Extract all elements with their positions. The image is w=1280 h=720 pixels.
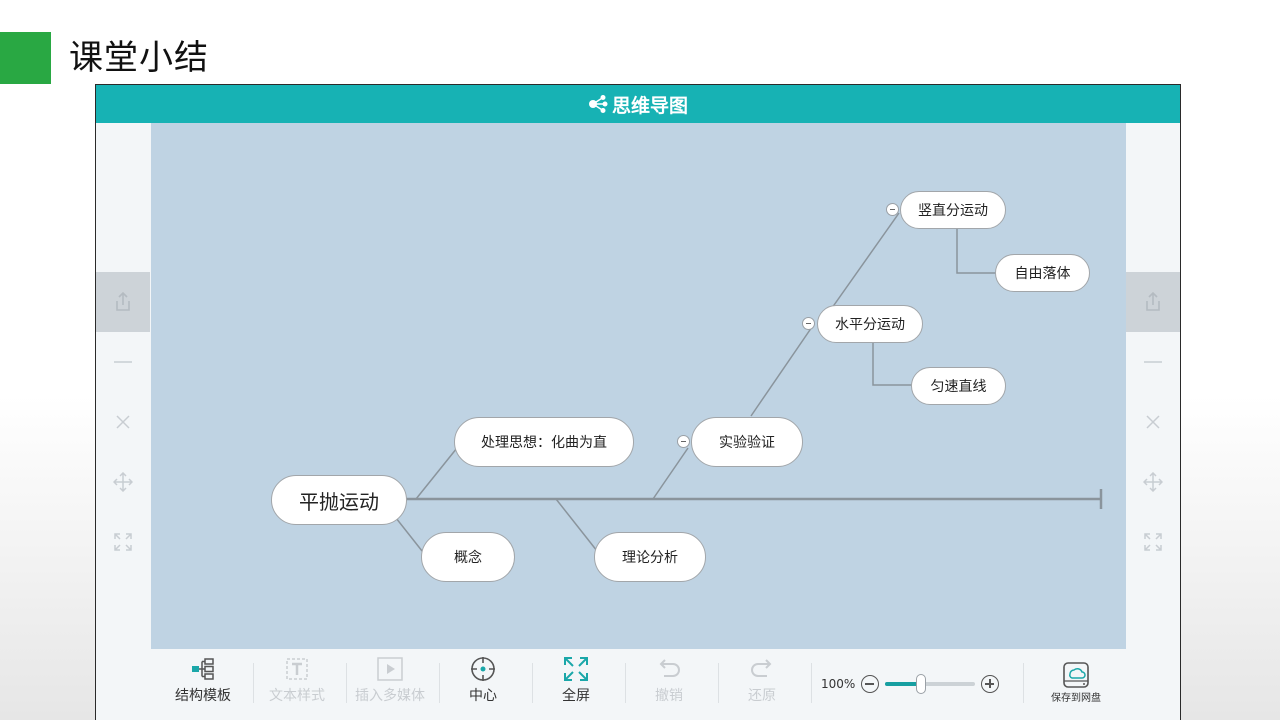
mindmap-app: 思维导图 平抛运动 处理思想：化曲为直 概念 理论分析 实验验证 水平分运动 匀… [95, 84, 1181, 720]
mindmap-node-processing[interactable]: 处理思想：化曲为直 [454, 417, 634, 467]
fullscreen-label: 全屏 [562, 688, 590, 704]
crosshair-icon [470, 653, 496, 685]
left-side-panel [96, 123, 150, 649]
insert-media-label: 插入多媒体 [355, 688, 425, 704]
title-accent-bar [0, 32, 51, 84]
expand-icon[interactable] [96, 512, 150, 572]
zoom-control: 100% [821, 669, 1005, 699]
structure-icon [191, 653, 215, 685]
cloud-drive-icon [1063, 662, 1089, 688]
redo-button[interactable]: 还原 [716, 653, 808, 715]
mindmap-node-freefall[interactable]: 自由落体 [995, 254, 1090, 292]
save-label: 保存到网盘 [1051, 693, 1101, 704]
collapse-toggle[interactable] [802, 317, 815, 330]
slide-title: 课堂小结 [69, 38, 209, 78]
center-button[interactable]: 中心 [437, 653, 529, 715]
mindmap-node-theory[interactable]: 理论分析 [594, 532, 706, 582]
app-titlebar: 思维导图 [96, 85, 1180, 123]
move-icon[interactable] [1126, 452, 1180, 512]
insert-media-button[interactable]: 插入多媒体 [344, 653, 436, 715]
zoom-out-icon[interactable] [861, 675, 880, 693]
mindmap-node-concept[interactable]: 概念 [421, 532, 515, 582]
collapse-toggle[interactable] [886, 203, 899, 216]
media-play-icon [377, 653, 403, 685]
zoom-slider[interactable] [885, 674, 976, 694]
zoom-in-icon[interactable] [981, 675, 1000, 693]
close-icon[interactable] [96, 392, 150, 452]
undo-label: 撤销 [655, 688, 683, 704]
text-style-label: 文本样式 [269, 688, 325, 704]
structure-label: 结构模板 [175, 688, 231, 704]
mindmap-node-experiment[interactable]: 实验验证 [691, 417, 803, 467]
expand-icon[interactable] [1126, 512, 1180, 572]
bottom-toolbar: 结构模板 文本样式 插入多媒体 中心 全屏 撤销 还原 100% 保存到网盘 [151, 649, 1126, 720]
structure-template-button[interactable]: 结构模板 [157, 653, 249, 715]
redo-label: 还原 [748, 688, 776, 704]
minus-icon[interactable] [1126, 332, 1180, 392]
mindmap-node-horizontal[interactable]: 水平分运动 [817, 305, 923, 343]
collapse-toggle[interactable] [677, 435, 690, 448]
undo-button[interactable]: 撤销 [623, 653, 715, 715]
zoom-level: 100% [821, 677, 856, 691]
close-icon[interactable] [1126, 392, 1180, 452]
mindmap-root-node[interactable]: 平抛运动 [271, 475, 407, 525]
undo-icon [656, 653, 682, 685]
app-title: 思维导图 [611, 94, 688, 117]
mindmap-node-uniform[interactable]: 匀速直线 [911, 367, 1006, 405]
mindmap-node-vertical[interactable]: 竖直分运动 [900, 191, 1006, 229]
text-style-icon [285, 653, 309, 685]
redo-icon [749, 653, 775, 685]
text-style-button[interactable]: 文本样式 [251, 653, 343, 715]
mindmap-canvas[interactable]: 平抛运动 处理思想：化曲为直 概念 理论分析 实验验证 水平分运动 匀速直线 竖… [151, 123, 1126, 649]
fullscreen-button[interactable]: 全屏 [530, 653, 622, 715]
toolbar-divider [1023, 663, 1024, 703]
right-side-panel [1126, 123, 1180, 649]
toolbar-divider [811, 663, 812, 703]
zoom-slider-thumb[interactable] [916, 674, 927, 694]
minus-icon[interactable] [96, 332, 150, 392]
center-label: 中心 [469, 688, 497, 704]
save-to-cloud-button[interactable]: 保存到网盘 [1041, 661, 1111, 704]
share-icon[interactable] [1126, 272, 1180, 332]
share-icon[interactable] [96, 272, 150, 332]
move-icon[interactable] [96, 452, 150, 512]
mindmap-logo-icon [588, 95, 608, 113]
fullscreen-icon [563, 653, 589, 685]
